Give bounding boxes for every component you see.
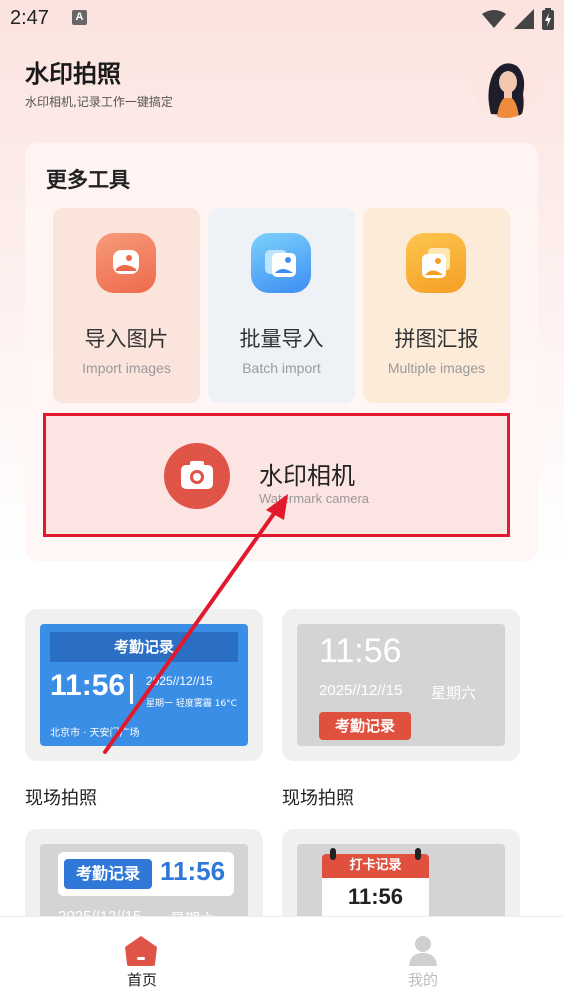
home-icon (125, 936, 157, 966)
annotation-arrow (103, 494, 288, 754)
bottom-nav: 首页 我的 (0, 916, 564, 1005)
user-icon (409, 936, 437, 966)
nav-label-profile: 我的 (407, 971, 438, 989)
nav-item-home[interactable]: 首页 (110, 917, 174, 1005)
nav-label-home: 首页 (126, 971, 157, 989)
nav-item-profile[interactable]: 我的 (391, 917, 455, 1005)
